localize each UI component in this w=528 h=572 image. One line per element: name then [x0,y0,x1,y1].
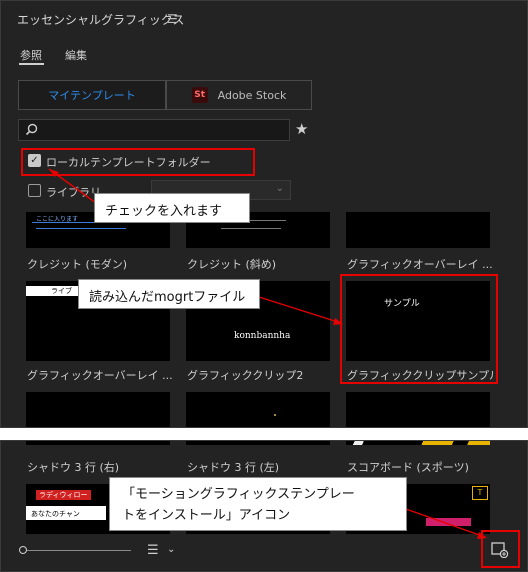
callout-mogrt: 読み込んだmogrtファイル [78,279,260,309]
callout-arrows [48,168,343,325]
callout-install-line1: 「モーショングラフィックステンプレー [122,487,355,502]
essential-graphics-panel-bottom: シャドウ 3 行 (右) シャドウ 3 行 (左) スコアボード (スポーツ) … [0,440,528,572]
callout-install: 「モーショングラフィックステンプレー トをインストール」アイコン [109,477,407,531]
callout-check: チェックを入れます [94,193,250,223]
callout-install-line2: トをインストール」アイコン [122,508,291,523]
essential-graphics-panel: エッセンシャルグラフィックス ☰ 参照 編集 マイテンプレート St Adobe … [0,0,528,428]
